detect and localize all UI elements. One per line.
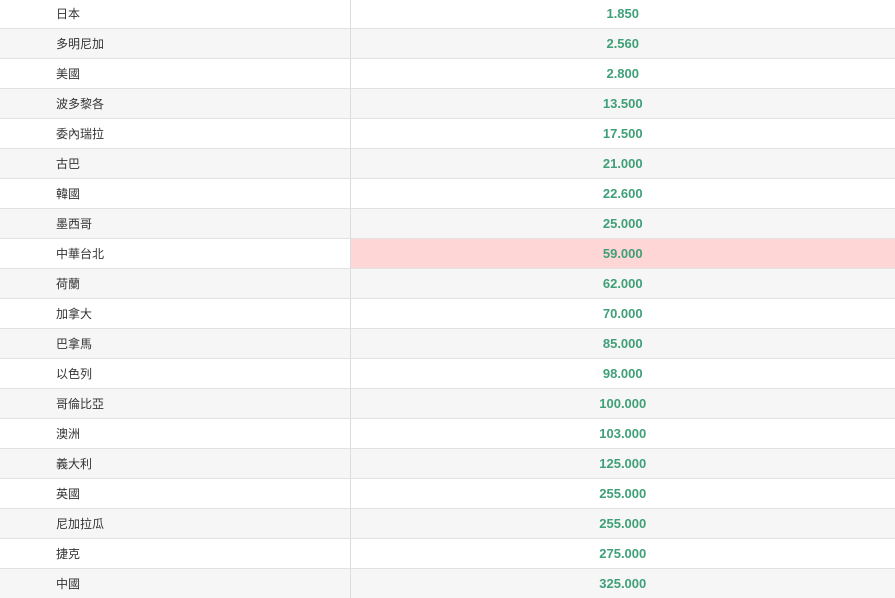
odds-value-cell: 125.000 <box>350 448 895 479</box>
table-row: 墨西哥 25.000 <box>0 208 895 239</box>
table-row: 捷克 275.000 <box>0 538 895 569</box>
team-name-cell: 墨西哥 <box>0 208 351 239</box>
odds-value-cell: 255.000 <box>350 508 895 539</box>
odds-value-cell: 255.000 <box>350 478 895 509</box>
team-name-cell: 中國 <box>0 568 351 598</box>
table-row: 美國 2.800 <box>0 58 895 89</box>
table-row: 哥倫比亞 100.000 <box>0 388 895 419</box>
odds-value-cell: 98.000 <box>350 358 895 389</box>
table-row: 波多黎各 13.500 <box>0 88 895 119</box>
odds-value-cell: 22.600 <box>350 178 895 209</box>
odds-value-cell: 85.000 <box>350 328 895 359</box>
team-name-cell: 義大利 <box>0 448 351 479</box>
team-name-cell: 韓國 <box>0 178 351 209</box>
team-name-cell: 英國 <box>0 478 351 509</box>
odds-value-cell: 21.000 <box>350 148 895 179</box>
table-row: 尼加拉瓜 255.000 <box>0 508 895 539</box>
team-name-cell: 古巴 <box>0 148 351 179</box>
team-name-cell: 哥倫比亞 <box>0 388 351 419</box>
table-row: 以色列 98.000 <box>0 358 895 389</box>
team-name-cell: 美國 <box>0 58 351 89</box>
table-row: 義大利 125.000 <box>0 448 895 479</box>
table-row: 韓國 22.600 <box>0 178 895 209</box>
odds-value-cell: 17.500 <box>350 118 895 149</box>
team-name-cell: 日本 <box>0 0 351 29</box>
odds-value-cell: 13.500 <box>350 88 895 119</box>
odds-value-cell: 275.000 <box>350 538 895 569</box>
odds-value-cell: 70.000 <box>350 298 895 329</box>
table-row: 中國 325.000 <box>0 568 895 598</box>
table-row: 巴拿馬 85.000 <box>0 328 895 359</box>
odds-value-cell: 62.000 <box>350 268 895 299</box>
table-row: 日本 1.850 <box>0 0 895 29</box>
team-name-cell: 多明尼加 <box>0 28 351 59</box>
odds-value-cell: 2.560 <box>350 28 895 59</box>
odds-value-cell: 25.000 <box>350 208 895 239</box>
table-row: 委內瑞拉 17.500 <box>0 118 895 149</box>
odds-value-cell: 1.850 <box>350 0 895 29</box>
odds-table: 日本 1.850 多明尼加 2.560 美國 2.800 波多黎各 13.500… <box>0 0 895 598</box>
team-name-cell: 波多黎各 <box>0 88 351 119</box>
team-name-cell: 中華台北 <box>0 238 351 269</box>
odds-value-cell: 100.000 <box>350 388 895 419</box>
team-name-cell: 澳洲 <box>0 418 351 449</box>
team-name-cell: 加拿大 <box>0 298 351 329</box>
team-name-cell: 尼加拉瓜 <box>0 508 351 539</box>
table-row: 澳洲 103.000 <box>0 418 895 449</box>
team-name-cell: 巴拿馬 <box>0 328 351 359</box>
team-name-cell: 捷克 <box>0 538 351 569</box>
odds-value-cell: 325.000 <box>350 568 895 598</box>
table-row: 多明尼加 2.560 <box>0 28 895 59</box>
odds-value-cell: 2.800 <box>350 58 895 89</box>
odds-value-cell: 103.000 <box>350 418 895 449</box>
odds-value-cell-highlighted: 59.000 <box>350 238 895 269</box>
team-name-cell: 荷蘭 <box>0 268 351 299</box>
table-row: 古巴 21.000 <box>0 148 895 179</box>
table-row-highlighted: 中華台北 59.000 <box>0 238 895 269</box>
table-row: 加拿大 70.000 <box>0 298 895 329</box>
team-name-cell: 委內瑞拉 <box>0 118 351 149</box>
table-row: 英國 255.000 <box>0 478 895 509</box>
team-name-cell: 以色列 <box>0 358 351 389</box>
table-row: 荷蘭 62.000 <box>0 268 895 299</box>
